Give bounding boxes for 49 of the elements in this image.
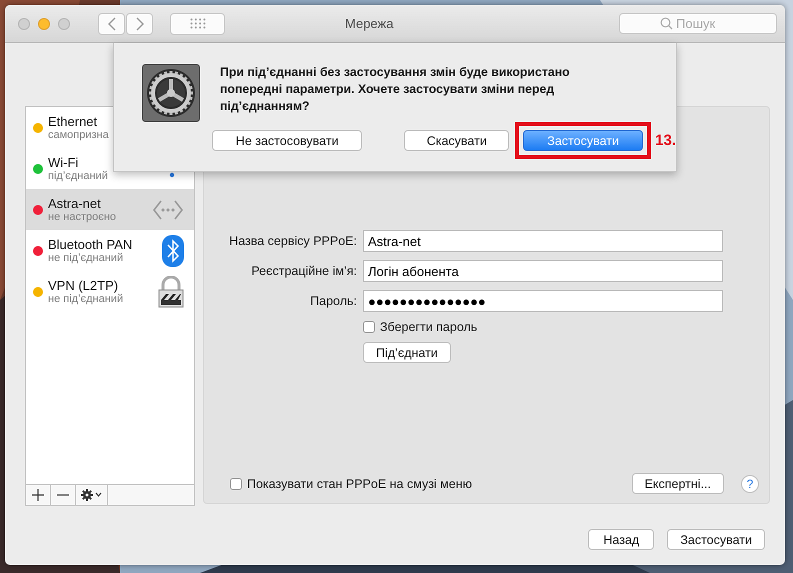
grid-icon bbox=[190, 18, 206, 29]
chevron-left-icon bbox=[106, 16, 116, 30]
checkbox[interactable] bbox=[363, 321, 375, 333]
field-label: Назва сервісу PPPoE: bbox=[228, 234, 357, 248]
help-button[interactable]: ? bbox=[741, 474, 759, 492]
checkbox-label: Показувати стан PPPoE на смузі меню bbox=[247, 476, 472, 490]
field-label: Пароль: bbox=[309, 294, 357, 308]
service-status: не настроєно bbox=[48, 211, 118, 223]
plus-icon bbox=[32, 489, 44, 501]
service-status: під’єднаний bbox=[48, 170, 109, 182]
search-icon bbox=[660, 17, 673, 30]
forward-button[interactable] bbox=[126, 12, 153, 34]
footer-button[interactable]: Назад bbox=[588, 529, 654, 550]
service-item[interactable]: VPN (L2TP) не під’єднаний bbox=[26, 271, 194, 312]
dialog-message: При під’єднанні без застосування змін буде використано попередні параметри. Хочете застосувати зміни перед під’єднанням? bbox=[220, 64, 571, 115]
dialog-button[interactable]: Не застосовувати bbox=[212, 130, 362, 151]
connect-button[interactable]: Під’єднати bbox=[363, 342, 451, 363]
service-item[interactable]: Astra-net не настроєно bbox=[26, 189, 194, 230]
footer-button[interactable]: Застосувати bbox=[667, 529, 765, 550]
checkbox-label: Зберегти пароль bbox=[380, 320, 478, 334]
dots-icon bbox=[152, 198, 184, 220]
show-all-button[interactable] bbox=[170, 12, 225, 34]
advanced-button[interactable]: Експертні... bbox=[632, 473, 724, 494]
service-item[interactable]: Bluetooth PAN не під’єднаний bbox=[26, 230, 194, 271]
service-name: Wi-Fi bbox=[48, 155, 80, 170]
dialog-button[interactable]: Скасувати bbox=[404, 130, 510, 151]
input-field[interactable]: Astra-net bbox=[363, 230, 723, 252]
service-name: VPN (L2TP) bbox=[48, 278, 120, 293]
gear-icon bbox=[142, 64, 200, 122]
service-name: Bluetooth PAN bbox=[48, 237, 134, 252]
close-button[interactable] bbox=[18, 18, 30, 30]
chevron-right-icon bbox=[134, 16, 144, 30]
service-status: не під’єднаний bbox=[48, 293, 124, 305]
step-number: 13. bbox=[655, 132, 676, 149]
back-button[interactable] bbox=[98, 12, 125, 34]
service-status: не під’єднаний bbox=[48, 252, 124, 264]
gear-caret-icon bbox=[80, 489, 102, 501]
bluetooth-icon bbox=[162, 234, 184, 266]
input-field[interactable]: ●●●●●●●●●●●●●●● bbox=[363, 290, 723, 312]
zoom-button[interactable] bbox=[58, 18, 70, 30]
checkbox[interactable] bbox=[230, 478, 242, 490]
minimize-button[interactable] bbox=[38, 18, 50, 30]
service-name: Ethernet bbox=[48, 114, 98, 129]
input-field[interactable]: Логін абонента bbox=[363, 260, 723, 282]
service-name: Astra-net bbox=[48, 196, 102, 211]
field-label: Реєстраційне ім’я: bbox=[250, 264, 357, 278]
service-status: самопризна bbox=[48, 129, 110, 141]
lock-icon bbox=[158, 276, 184, 308]
window-title: Мережа bbox=[345, 16, 394, 31]
